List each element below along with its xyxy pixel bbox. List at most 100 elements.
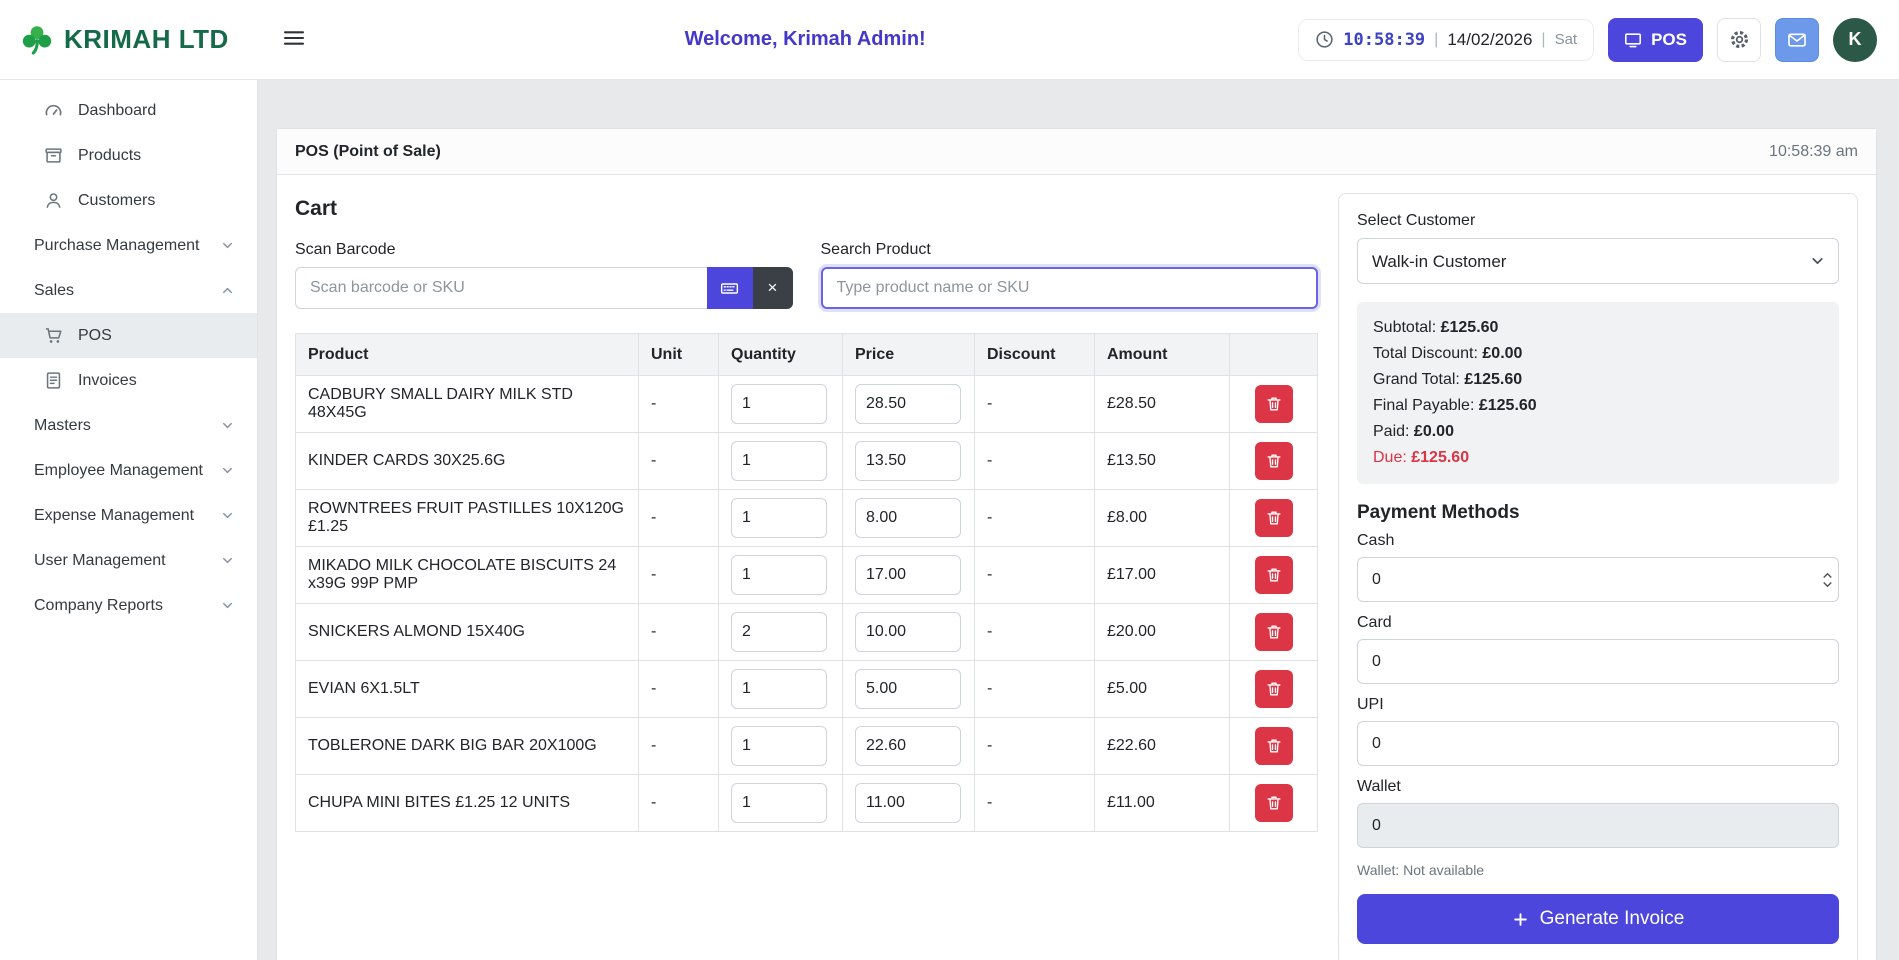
quantity-input[interactable]: [731, 726, 827, 766]
quantity-input[interactable]: [731, 498, 827, 538]
sidebar-item-label: Masters: [34, 417, 91, 435]
messages-button[interactable]: [1775, 18, 1819, 62]
payment-method-upi: UPI: [1357, 696, 1839, 766]
quantity-input[interactable]: [731, 783, 827, 823]
sidebar-item-label: Expense Management: [34, 507, 194, 525]
clear-barcode-button[interactable]: ×: [753, 267, 793, 309]
quantity-input[interactable]: [731, 441, 827, 481]
cash-amount-input[interactable]: [1357, 557, 1839, 602]
sidebar-item-label: Invoices: [78, 372, 137, 390]
sidebar: DashboardProducts Customers Purchase Manag…: [0, 80, 258, 960]
unit-cell: -: [639, 547, 719, 604]
amount-cell: £28.50: [1095, 376, 1230, 433]
chevron-up-icon: [220, 283, 235, 298]
sidebar-item-label: Sales: [34, 282, 74, 300]
sidebar-item-sales[interactable]: Sales: [0, 268, 257, 313]
settings-button[interactable]: [1717, 18, 1761, 62]
column-header: Price: [843, 334, 975, 376]
sidebar-item-label: Company Reports: [34, 597, 163, 615]
delete-row-button[interactable]: [1255, 385, 1293, 423]
quantity-input[interactable]: [731, 555, 827, 595]
sidebar-item-masters[interactable]: Masters: [0, 403, 257, 448]
price-input[interactable]: [855, 612, 961, 652]
product-name-cell: KINDER CARDS 30X25.6G: [296, 433, 639, 490]
card-amount-input[interactable]: [1357, 639, 1839, 684]
delete-row-button[interactable]: [1255, 613, 1293, 651]
trash-icon: [1265, 509, 1283, 527]
cart-icon: [44, 326, 63, 345]
clover-logo-icon: [20, 23, 54, 57]
sidebar-item-user-management[interactable]: User Management: [0, 538, 257, 583]
monitor-icon: [1624, 31, 1642, 49]
delete-row-button[interactable]: [1255, 442, 1293, 480]
discount-cell: -: [975, 376, 1095, 433]
price-input[interactable]: [855, 783, 961, 823]
page-title: POS (Point of Sale): [295, 143, 441, 161]
sidebar-item-purchase-management[interactable]: Purchase Management: [0, 223, 257, 268]
unit-cell: -: [639, 718, 719, 775]
delete-row-button[interactable]: [1255, 556, 1293, 594]
amount-cell: £5.00: [1095, 661, 1230, 718]
delete-row-button[interactable]: [1255, 727, 1293, 765]
summary-line-paid: Paid: £0.00: [1373, 419, 1823, 445]
unit-cell: -: [639, 376, 719, 433]
chevron-down-icon: [220, 598, 235, 613]
sidebar-item-products[interactable]: Products: [0, 133, 257, 178]
sidebar-item-label: Purchase Management: [34, 237, 199, 255]
product-name-cell: MIKADO MILK CHOCOLATE BISCUITS 24 x39G 9…: [296, 547, 639, 604]
sidebar-item-label: User Management: [34, 552, 166, 570]
summary-line-total-discount: Total Discount: £0.00: [1373, 341, 1823, 367]
table-row: MIKADO MILK CHOCOLATE BISCUITS 24 x39G 9…: [296, 547, 1318, 604]
generate-invoice-label: Generate Invoice: [1540, 908, 1685, 930]
price-input[interactable]: [855, 726, 961, 766]
delete-row-button[interactable]: [1255, 499, 1293, 537]
column-header: [1230, 334, 1318, 376]
sidebar-item-expense-management[interactable]: Expense Management: [0, 493, 257, 538]
sidebar-item-pos[interactable]: POS: [0, 313, 257, 358]
spinner-icon[interactable]: [1821, 570, 1834, 590]
envelope-icon: [1787, 30, 1807, 50]
price-input[interactable]: [855, 669, 961, 709]
sidebar-toggle-button[interactable]: [276, 20, 312, 59]
price-input[interactable]: [855, 498, 961, 538]
barcode-input[interactable]: [295, 267, 707, 309]
sidebar-item-company-reports[interactable]: Company Reports: [0, 583, 257, 628]
sidebar-item-invoices[interactable]: Invoices: [0, 358, 257, 403]
discount-cell: -: [975, 718, 1095, 775]
sidebar-item-employee-management[interactable]: Employee Management: [0, 448, 257, 493]
sidebar-item-label: Customers: [78, 192, 155, 210]
discount-cell: -: [975, 433, 1095, 490]
trash-icon: [1265, 680, 1283, 698]
quantity-input[interactable]: [731, 612, 827, 652]
upi-label: UPI: [1357, 696, 1839, 714]
discount-cell: -: [975, 547, 1095, 604]
clock-icon: [1315, 30, 1334, 49]
wallet-amount-input: [1357, 803, 1839, 848]
plus-icon: [1512, 911, 1529, 928]
sidebar-item-customers[interactable]: Customers: [0, 178, 257, 223]
delete-row-button[interactable]: [1255, 670, 1293, 708]
column-header: Quantity: [719, 334, 843, 376]
scan-barcode-label: Scan Barcode: [295, 241, 793, 259]
chevron-down-icon: [220, 553, 235, 568]
customer-select[interactable]: Walk-in Customer: [1357, 238, 1839, 284]
product-search-input[interactable]: [821, 267, 1319, 309]
sidebar-item-dashboard[interactable]: Dashboard: [0, 88, 257, 133]
pos-mode-button[interactable]: POS: [1608, 18, 1703, 62]
upi-amount-input[interactable]: [1357, 721, 1839, 766]
generate-invoice-button[interactable]: Generate Invoice: [1357, 894, 1839, 944]
payment-method-wallet: Wallet: [1357, 778, 1839, 848]
delete-row-button[interactable]: [1255, 784, 1293, 822]
price-input[interactable]: [855, 441, 961, 481]
unit-cell: -: [639, 490, 719, 547]
wallet-label: Wallet: [1357, 778, 1839, 796]
trash-icon: [1265, 737, 1283, 755]
amount-cell: £13.50: [1095, 433, 1230, 490]
quantity-input[interactable]: [731, 669, 827, 709]
price-input[interactable]: [855, 384, 961, 424]
price-input[interactable]: [855, 555, 961, 595]
scanner-button[interactable]: [707, 267, 753, 309]
user-avatar[interactable]: K: [1833, 18, 1877, 62]
quantity-input[interactable]: [731, 384, 827, 424]
table-row: CHUPA MINI BITES £1.25 12 UNITS--£11.00: [296, 775, 1318, 832]
